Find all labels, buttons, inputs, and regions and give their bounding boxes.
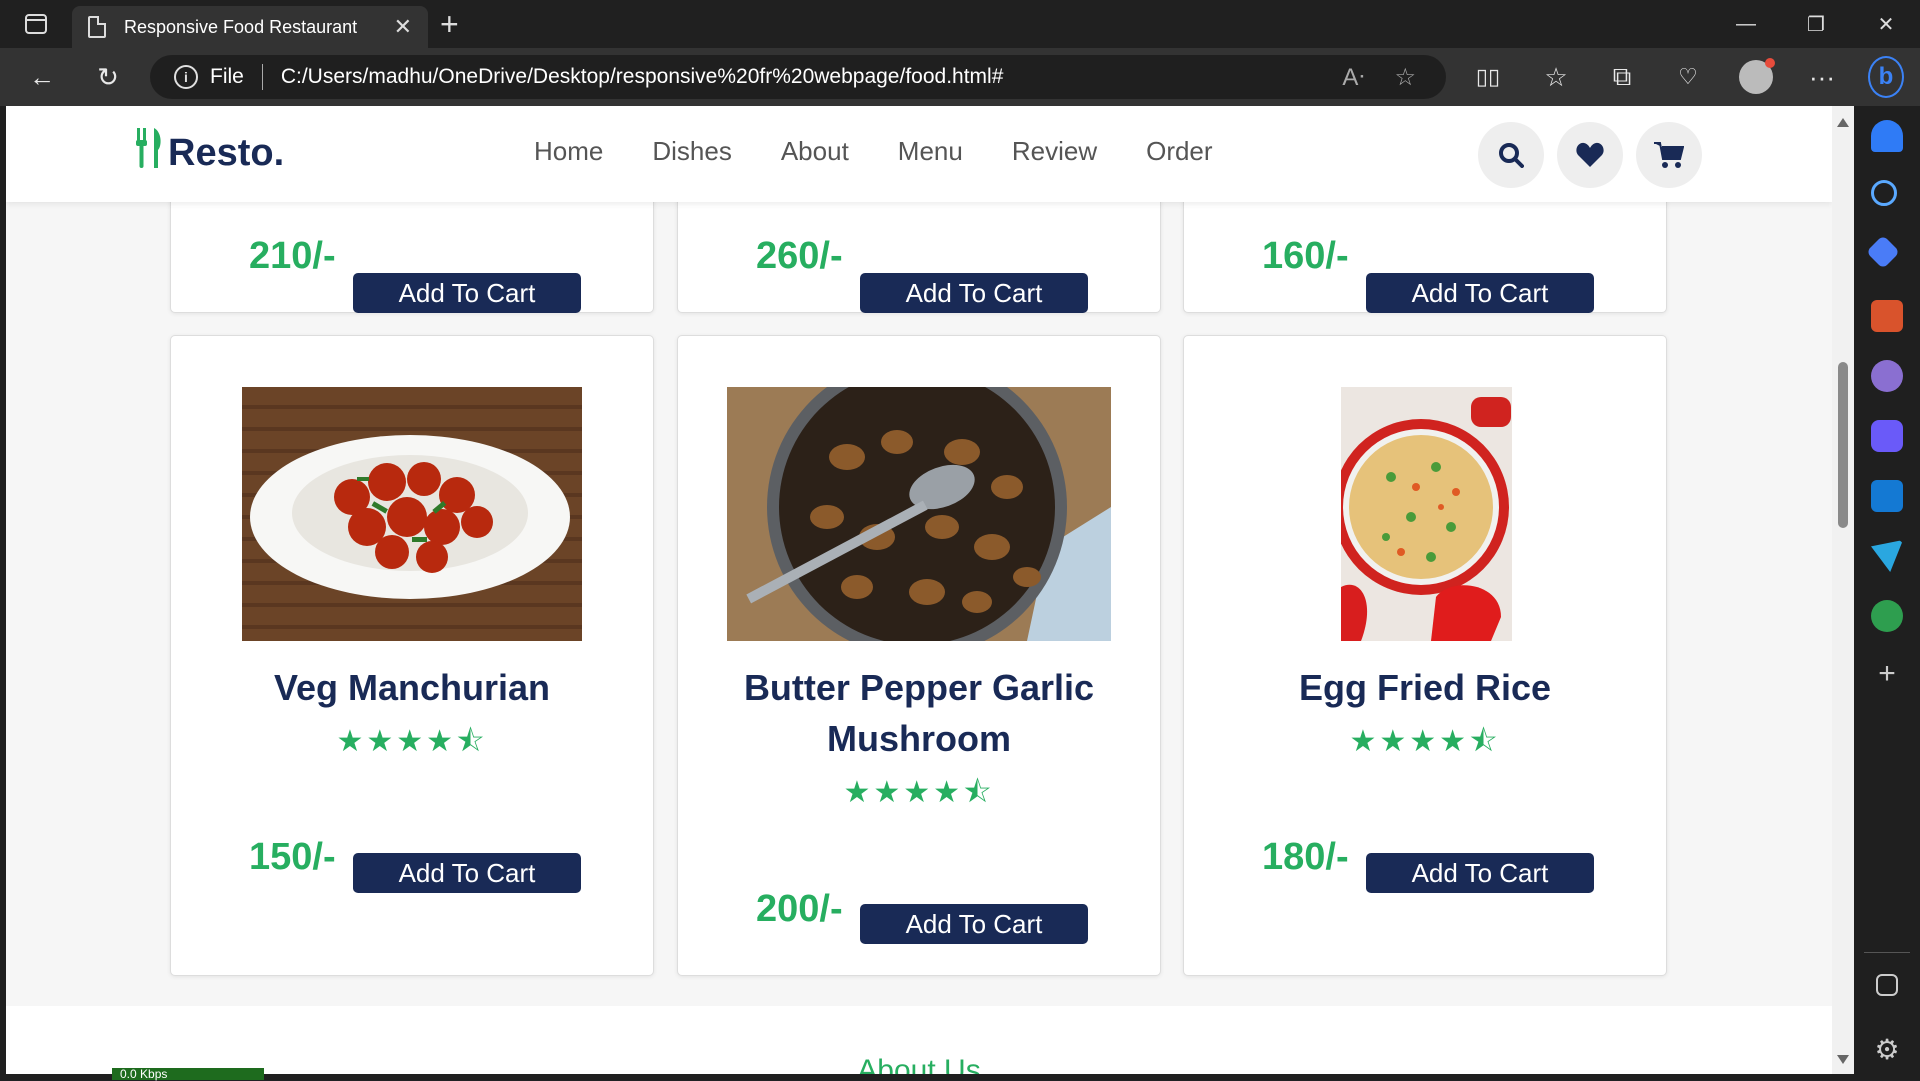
- notification-bell-icon[interactable]: [1871, 120, 1903, 152]
- nav-about[interactable]: About: [781, 136, 849, 167]
- address-scheme: File: [210, 65, 244, 88]
- network-speed-badge: 0.0 Kbps: [112, 1068, 264, 1080]
- send-icon[interactable]: [1871, 540, 1903, 572]
- page-icon: [88, 16, 106, 38]
- tab-title: Responsive Food Restaurant: [124, 16, 358, 37]
- section-title: About Us: [857, 1054, 981, 1074]
- address-url[interactable]: C:/Users/madhu/OneDrive/Desktop/responsi…: [281, 65, 1342, 89]
- favorites-icon[interactable]: ☆: [1538, 60, 1574, 94]
- dish-card: Veg Manchurian ★★★★⯪ 150/- Add To Cart: [170, 335, 654, 976]
- page-scrollbar[interactable]: [1832, 106, 1854, 1074]
- add-sidebar-app-icon[interactable]: +: [1871, 658, 1903, 690]
- dish-price: 210/-: [249, 235, 336, 277]
- tree-icon[interactable]: [1871, 600, 1903, 632]
- nav-dishes[interactable]: Dishes: [652, 136, 731, 167]
- dish-price: 260/-: [756, 235, 843, 277]
- more-icon[interactable]: ···: [1804, 60, 1840, 94]
- utensils-icon: [134, 128, 166, 178]
- games-icon[interactable]: [1871, 360, 1903, 392]
- settings-gear-icon[interactable]: ⚙: [1871, 1034, 1903, 1066]
- add-to-cart-button[interactable]: Add To Cart: [1366, 273, 1594, 313]
- new-tab-icon[interactable]: +: [440, 6, 459, 42]
- site-info-icon[interactable]: i: [174, 65, 198, 89]
- add-to-cart-button[interactable]: Add To Cart: [353, 273, 581, 313]
- shopping-tag-icon[interactable]: [1866, 235, 1900, 269]
- rating-stars: ★★★★⯪: [336, 725, 488, 758]
- window-close-icon[interactable]: ✕: [1852, 0, 1920, 48]
- address-separator: [261, 64, 263, 90]
- add-to-cart-button[interactable]: Add To Cart: [353, 853, 581, 893]
- dish-price: 150/-: [249, 836, 336, 878]
- page-viewport: Resto. Home Dishes About Menu Review Ord…: [6, 106, 1832, 1074]
- logo-text: Resto.: [168, 131, 285, 174]
- tab-actions-icon[interactable]: [16, 10, 56, 38]
- nav-home[interactable]: Home: [534, 136, 603, 167]
- read-aloud-icon[interactable]: Aᐧ: [1342, 63, 1364, 92]
- search-icon[interactable]: [1871, 180, 1897, 206]
- back-icon[interactable]: ←: [24, 60, 60, 94]
- profile-avatar[interactable]: [1738, 58, 1775, 94]
- restore-icon[interactable]: ❐: [1782, 0, 1850, 48]
- browser-tab[interactable]: Responsive Food Restaurant ✕: [72, 6, 428, 48]
- sidebar-divider: [1864, 952, 1910, 953]
- add-favorite-icon[interactable]: ☆: [1394, 63, 1416, 92]
- scroll-thumb[interactable]: [1838, 362, 1848, 528]
- copilot-icon[interactable]: [1871, 420, 1903, 452]
- sidebar-layout-icon[interactable]: [1876, 974, 1898, 996]
- tools-icon[interactable]: [1871, 300, 1903, 332]
- bing-icon[interactable]: b: [1868, 56, 1904, 98]
- tab-strip: Responsive Food Restaurant ✕ + — ❐ ✕: [0, 0, 1920, 48]
- collections-icon[interactable]: ⧉: [1604, 60, 1640, 94]
- close-tab-icon[interactable]: ✕: [394, 14, 412, 40]
- nav-review[interactable]: Review: [1012, 136, 1097, 167]
- edge-sidebar: + ⚙: [1854, 106, 1920, 1080]
- browser-window: Responsive Food Restaurant ✕ + — ❐ ✕ ← ↻…: [0, 0, 1920, 1080]
- dish-card: Egg Fried Rice ★★★★⯪ 180/- Add To Cart: [1183, 335, 1667, 976]
- dish-name: Butter Pepper Garlic Mushroom: [743, 667, 1095, 759]
- dish-image: [1341, 387, 1512, 641]
- dish-price: 180/-: [1262, 836, 1349, 878]
- address-bar[interactable]: i File C:/Users/madhu/OneDrive/Desktop/r…: [150, 55, 1446, 99]
- dish-name: Egg Fried Rice: [1298, 667, 1552, 708]
- add-to-cart-button[interactable]: Add To Cart: [860, 273, 1088, 313]
- about-section: About Us: [6, 1006, 1832, 1074]
- refresh-icon[interactable]: ↻: [90, 60, 126, 94]
- scroll-up-icon[interactable]: [1837, 118, 1849, 127]
- split-screen-icon[interactable]: ▯▯: [1470, 60, 1506, 94]
- minimize-icon[interactable]: —: [1712, 0, 1780, 48]
- scroll-down-icon[interactable]: [1837, 1055, 1849, 1064]
- dish-card: Butter Pepper Garlic Mushroom ★★★★⯪ 200/…: [677, 335, 1161, 976]
- site-logo[interactable]: Resto.: [134, 128, 284, 178]
- dish-image: [727, 387, 1111, 641]
- rating-stars: ★★★★⯪: [1349, 725, 1501, 758]
- site-header: Resto. Home Dishes About Menu Review Ord…: [6, 106, 1832, 202]
- health-icon[interactable]: ♡: [1670, 60, 1706, 94]
- dish-price: 200/-: [756, 888, 843, 930]
- nav-menu[interactable]: Menu: [898, 136, 963, 167]
- heart-icon[interactable]: [1557, 122, 1623, 188]
- nav-order[interactable]: Order: [1146, 136, 1212, 167]
- dish-image: [242, 387, 582, 641]
- outlook-icon[interactable]: [1871, 480, 1903, 512]
- dish-price: 160/-: [1262, 235, 1349, 277]
- dish-name: Veg Manchurian: [273, 667, 551, 708]
- cart-icon[interactable]: [1636, 122, 1702, 188]
- search-icon[interactable]: [1478, 122, 1544, 188]
- add-to-cart-button[interactable]: Add To Cart: [1366, 853, 1594, 893]
- main-nav: Home Dishes About Menu Review Order: [534, 136, 1262, 167]
- rating-stars: ★★★★⯪: [843, 776, 995, 809]
- add-to-cart-button[interactable]: Add To Cart: [860, 904, 1088, 944]
